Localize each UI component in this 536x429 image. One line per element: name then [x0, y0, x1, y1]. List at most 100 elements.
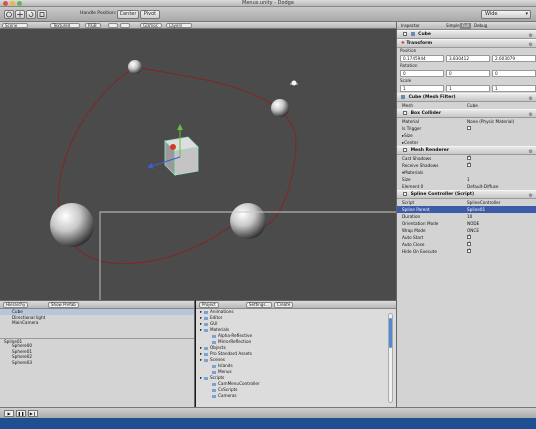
rotation-x-field[interactable]: 0	[400, 70, 444, 77]
receive-shadows-checkbox[interactable]	[467, 161, 471, 168]
scene-view[interactable]: Scene Textured RGB Gizmos Layers	[0, 22, 396, 300]
sphere-01[interactable]	[271, 99, 289, 117]
rotate-tool-button[interactable]	[26, 10, 36, 19]
element-0-value[interactable]: Default-Diffuse	[467, 183, 499, 190]
project-tab[interactable]: Project	[199, 302, 219, 308]
hide-on-execute-label: Hide On Execute	[402, 249, 437, 254]
rotate-icon	[28, 12, 34, 17]
spline-parent-value[interactable]: Spline01	[467, 206, 485, 213]
auto-start-checkbox[interactable]	[467, 233, 471, 240]
selected-cube[interactable]	[164, 136, 199, 176]
move-tool-button[interactable]	[15, 10, 25, 19]
folder-icon	[212, 370, 216, 374]
object-name[interactable]: Cube	[418, 32, 431, 37]
scene-canvas[interactable]	[0, 29, 396, 300]
object-active-checkbox[interactable]	[403, 31, 407, 36]
scale-icon	[39, 12, 45, 17]
rgb-dropdown[interactable]: RGB	[85, 23, 101, 28]
hierarchy-child-item[interactable]: Sphere03	[0, 360, 194, 366]
tab-full[interactable]: Full	[460, 23, 471, 29]
box-collider-header[interactable]: Box Collider ⚙	[397, 109, 536, 118]
gizmos-dropdown[interactable]: Gizmos	[140, 23, 162, 28]
pivot-toggle[interactable]: Pivot	[140, 10, 160, 19]
render-mode-dropdown[interactable]: Textured	[50, 23, 80, 28]
sphere-00[interactable]	[128, 60, 142, 74]
folder-icon	[212, 382, 216, 386]
gear-icon[interactable]: ⚙	[529, 41, 533, 49]
duration-label: Duration	[402, 214, 421, 219]
mesh-label: Mesh	[402, 103, 414, 108]
project-item-label: Objects	[210, 345, 226, 350]
is-trigger-checkbox[interactable]	[467, 126, 471, 130]
hierarchy-panel: Hierarchy Show Prefab Cube Directional li…	[0, 300, 195, 407]
is-trigger-row: Is Trigger	[397, 125, 536, 132]
position-y-field[interactable]: 3.830412	[446, 55, 490, 62]
script-value[interactable]: SplineController	[467, 199, 500, 206]
light-gizmo-icon[interactable]	[290, 80, 298, 86]
show-prefab-button[interactable]: Show Prefab	[48, 302, 79, 308]
orientation-mode-label: Orientation Mode	[402, 221, 439, 226]
hide-on-execute-checkbox[interactable]	[467, 247, 471, 254]
rotation-y-field[interactable]: 0	[446, 70, 490, 77]
sphere-02[interactable]	[230, 203, 266, 239]
project-toolbar: Project Settings... Create	[196, 301, 396, 309]
sphere-03[interactable]	[50, 203, 94, 247]
scroll-thumb[interactable]	[389, 318, 392, 348]
spline-controller-enabled-checkbox[interactable]	[403, 191, 407, 196]
create-button[interactable]: Create	[274, 302, 294, 308]
material-row: Material None (Physic Material)	[397, 118, 536, 125]
orientation-mode-row: Orientation Mode NODE	[397, 220, 536, 227]
spline-controller-header[interactable]: Spline Controller (Script) ⚙	[397, 190, 536, 199]
size-value[interactable]: 1	[467, 176, 470, 183]
position-x-field[interactable]: 0.1745944	[400, 55, 444, 62]
box-collider-properties: Material None (Physic Material) Is Trigger…	[397, 118, 536, 146]
object-header: Cube ⚙	[397, 30, 536, 39]
folder-icon	[212, 388, 216, 392]
scale-z-field[interactable]: 1	[492, 85, 536, 92]
folder-icon	[204, 322, 208, 326]
orientation-mode-value[interactable]: NODE	[467, 220, 479, 227]
cast-shadows-checkbox[interactable]	[467, 154, 471, 161]
scene-viewport[interactable]	[0, 29, 396, 300]
move-icon	[17, 11, 23, 18]
project-item-label: Scripts	[210, 375, 225, 380]
hand-tool-button[interactable]	[4, 10, 14, 19]
auto-close-checkbox[interactable]	[467, 240, 471, 247]
pause-button[interactable]: ❚❚	[16, 410, 26, 417]
scale-y-field[interactable]: 1	[446, 85, 490, 92]
hierarchy-list: Cube Directional light MainCamera Spline01 S…	[0, 309, 194, 365]
hierarchy-tab[interactable]: Hierarchy	[3, 302, 29, 308]
center-row: ▸Center	[397, 139, 536, 146]
settings-button[interactable]: Settings...	[246, 302, 273, 308]
receive-shadows-row: Receive Shadows	[397, 161, 536, 169]
project-item-label: Cameras	[218, 393, 237, 398]
scene-lighting-toggle[interactable]	[108, 23, 118, 28]
tab-inspector[interactable]: Inspector	[399, 23, 422, 29]
rotation-z-field[interactable]: 0	[492, 70, 536, 77]
center-toggle[interactable]: Center	[117, 10, 139, 19]
size-label: Size	[402, 177, 411, 182]
transform-header[interactable]: ✚ Transform ⚙	[397, 39, 536, 48]
folder-icon	[204, 376, 208, 380]
scale-tool-button[interactable]	[37, 10, 47, 19]
mesh-value[interactable]: Cube	[467, 102, 478, 109]
position-z-field[interactable]: 2.603079	[492, 55, 536, 62]
box-collider-enabled-checkbox[interactable]	[403, 110, 407, 115]
layers-dropdown[interactable]: Layers	[166, 23, 192, 28]
layout-dropdown[interactable]: Wide ▾	[481, 10, 531, 19]
step-button[interactable]: ▶❙	[28, 410, 38, 417]
scene-fx-toggle[interactable]	[120, 23, 130, 28]
material-value[interactable]: None (Physic Material)	[467, 118, 514, 125]
play-button[interactable]: ▶	[4, 410, 14, 417]
auto-start-label: Auto Start	[402, 235, 424, 240]
scale-x-field[interactable]: 1	[400, 85, 444, 92]
mesh-filter-header[interactable]: Cube (Mesh Filter) ⚙	[397, 93, 536, 102]
project-item[interactable]: Cameras	[196, 393, 396, 399]
mesh-renderer-enabled-checkbox[interactable]	[403, 147, 407, 152]
tab-debug[interactable]: Debug	[472, 23, 489, 29]
hierarchy-toolbar: Hierarchy Show Prefab	[0, 301, 194, 309]
transform-title: Transform	[406, 41, 433, 46]
view-mode-dropdown[interactable]: Scene	[2, 23, 28, 28]
project-scrollbar[interactable]	[388, 313, 393, 403]
duration-value[interactable]: 10	[467, 213, 472, 220]
